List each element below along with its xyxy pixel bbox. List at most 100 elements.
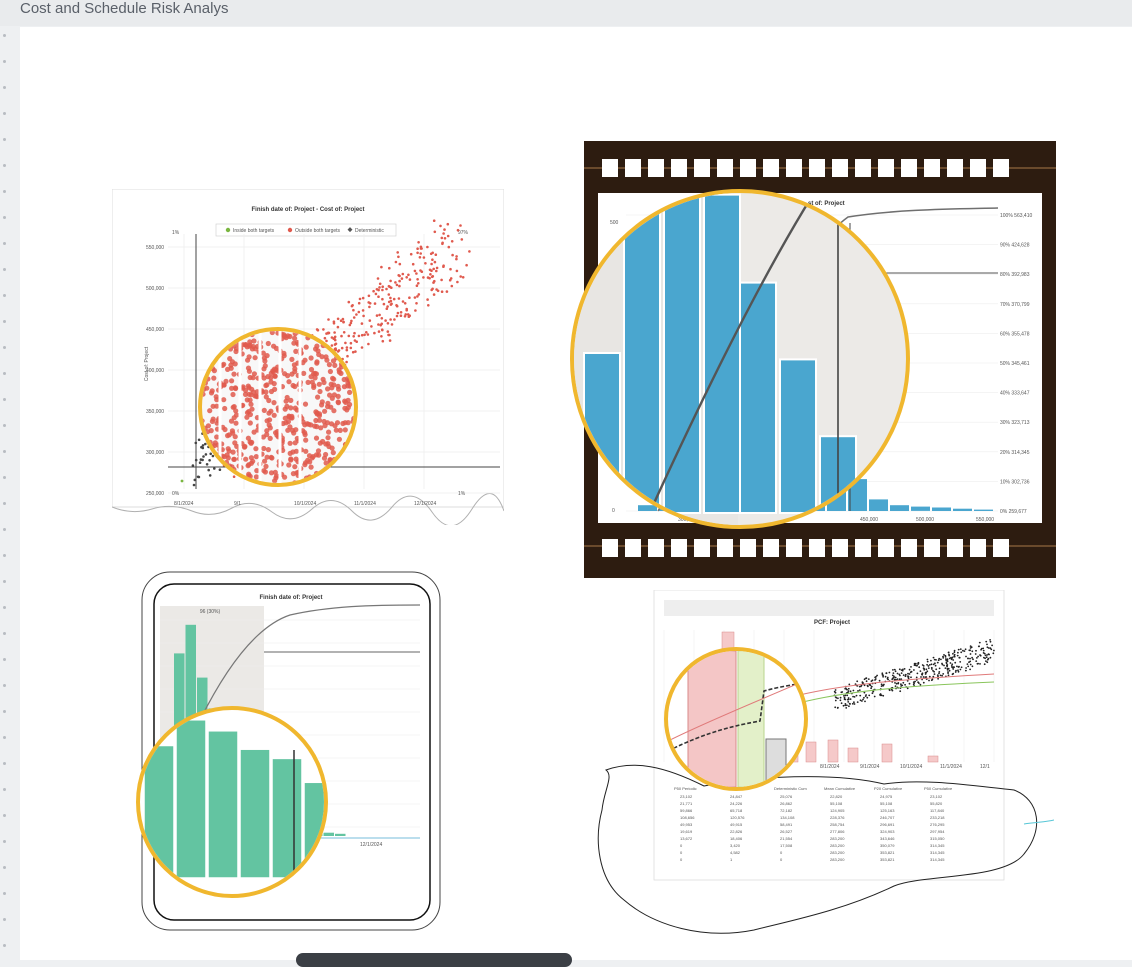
scatter-point (213, 467, 216, 470)
pcf-table-cell: 23,102 (930, 794, 943, 799)
pcf-point (989, 656, 992, 659)
film-sprocket-hole (602, 159, 618, 177)
magnified-point (221, 397, 227, 403)
magnified-point (207, 408, 213, 414)
magnified-point (311, 371, 317, 377)
ruler-dot (3, 424, 6, 427)
scatter-point (197, 438, 201, 442)
film-sprocket-hole (855, 539, 871, 557)
blue-histogram-magnifier[interactable] (570, 189, 910, 529)
scatter-point (422, 276, 425, 279)
pcf-table-cell: 17,508 (780, 843, 793, 848)
scatter-point (426, 298, 429, 301)
scatter-point (361, 296, 365, 300)
scatter-point (381, 339, 385, 343)
scatter-point (428, 276, 431, 280)
left-ruler (0, 26, 14, 960)
pcf-point (907, 675, 909, 677)
magnified-point (261, 407, 267, 413)
pcf-point (907, 672, 909, 675)
pcf-point (979, 663, 981, 665)
bottom-toolbar-handle[interactable] (296, 953, 572, 967)
scatter-point (352, 316, 356, 319)
scatter-point (447, 245, 451, 249)
film-sprocket-hole (970, 159, 986, 177)
green-magnifier-content (143, 719, 324, 880)
pcf-table-cell: 353,821 (880, 857, 895, 862)
scatter-point (200, 445, 203, 449)
pcf-point (918, 682, 920, 684)
pcf-point (895, 682, 898, 685)
scatter-point (399, 311, 403, 314)
magnified-point (283, 420, 289, 426)
scatter-chart-title: Finish date of: Project - Cost of: Proje… (251, 207, 364, 213)
magnified-point (300, 331, 306, 334)
green-histogram-magnifier[interactable] (136, 706, 328, 898)
pcf-point (924, 673, 927, 675)
ruler-dot (3, 840, 6, 843)
pcf-point (882, 694, 885, 697)
scatter-point (365, 331, 368, 334)
magnified-point (292, 440, 298, 446)
scatter-point (367, 342, 370, 346)
pcf-chart: PCF: Project 8/1/2024 9/1/2024 10/1/2024 11… (597, 589, 1055, 934)
magnified-point (249, 439, 255, 445)
pcf-point (925, 668, 928, 671)
magnified-point (231, 456, 237, 462)
film-sprocket-hole (648, 159, 664, 177)
magnified-point (247, 420, 253, 426)
scatter-point (376, 277, 380, 280)
magnified-point (290, 382, 296, 389)
scatter-point (330, 336, 334, 339)
magnified-point (311, 382, 317, 389)
pcf-magnifier[interactable] (664, 647, 808, 791)
pcf-point (909, 671, 912, 674)
pcf-table-cell: 283,200 (830, 843, 845, 848)
magnified-point (287, 424, 293, 430)
pcf-point (833, 690, 836, 693)
scatter-point (433, 279, 436, 283)
magnified-point (283, 335, 289, 341)
scatter-magnifier[interactable] (198, 327, 358, 487)
magnified-point (305, 457, 311, 463)
scatter-point (207, 468, 210, 472)
ruler-dot (3, 866, 6, 869)
pcf-point (885, 672, 888, 675)
scatter-point (396, 311, 400, 315)
pcf-chart-panel[interactable]: PCF: Project 8/1/2024 9/1/2024 10/1/2024 11… (594, 589, 1055, 940)
scatter-point (373, 302, 377, 305)
pcf-point (875, 675, 877, 678)
pcf-table-cell: 59,866 (680, 808, 693, 813)
pcf-point (918, 666, 921, 669)
magnified-point (292, 405, 298, 411)
magnified-point (321, 455, 328, 461)
pcf-point (976, 662, 979, 665)
blue-percentile-tick: 10% 302,736 (1000, 479, 1030, 485)
scatter-point (400, 277, 404, 280)
blue-percentile-tick: 30% 323,713 (1000, 420, 1030, 426)
pcf-point (957, 669, 959, 672)
magnified-point (248, 401, 254, 407)
pcf-point (865, 694, 867, 696)
scatter-point (373, 331, 376, 335)
blue-x-tick: 550,000 (976, 517, 994, 523)
film-sprocket-hole (970, 539, 986, 557)
green-histogram-bar (335, 833, 346, 836)
scatter-point (399, 314, 403, 317)
scatter-point (432, 219, 436, 222)
film-sprocket-hole (878, 159, 894, 177)
ruler-dot (3, 918, 6, 921)
magnified-point (204, 385, 210, 391)
pcf-point (937, 659, 940, 662)
scatter-point (389, 279, 392, 283)
pcf-point (913, 669, 915, 671)
pcf-point (993, 649, 995, 652)
scatter-point (449, 277, 453, 280)
scatter-point (426, 245, 429, 249)
pcf-point (848, 705, 850, 708)
pcf-point (953, 666, 955, 669)
pcf-point (930, 659, 932, 662)
pcf-point (882, 675, 884, 678)
pcf-point (938, 672, 940, 675)
pcf-point (987, 647, 990, 649)
